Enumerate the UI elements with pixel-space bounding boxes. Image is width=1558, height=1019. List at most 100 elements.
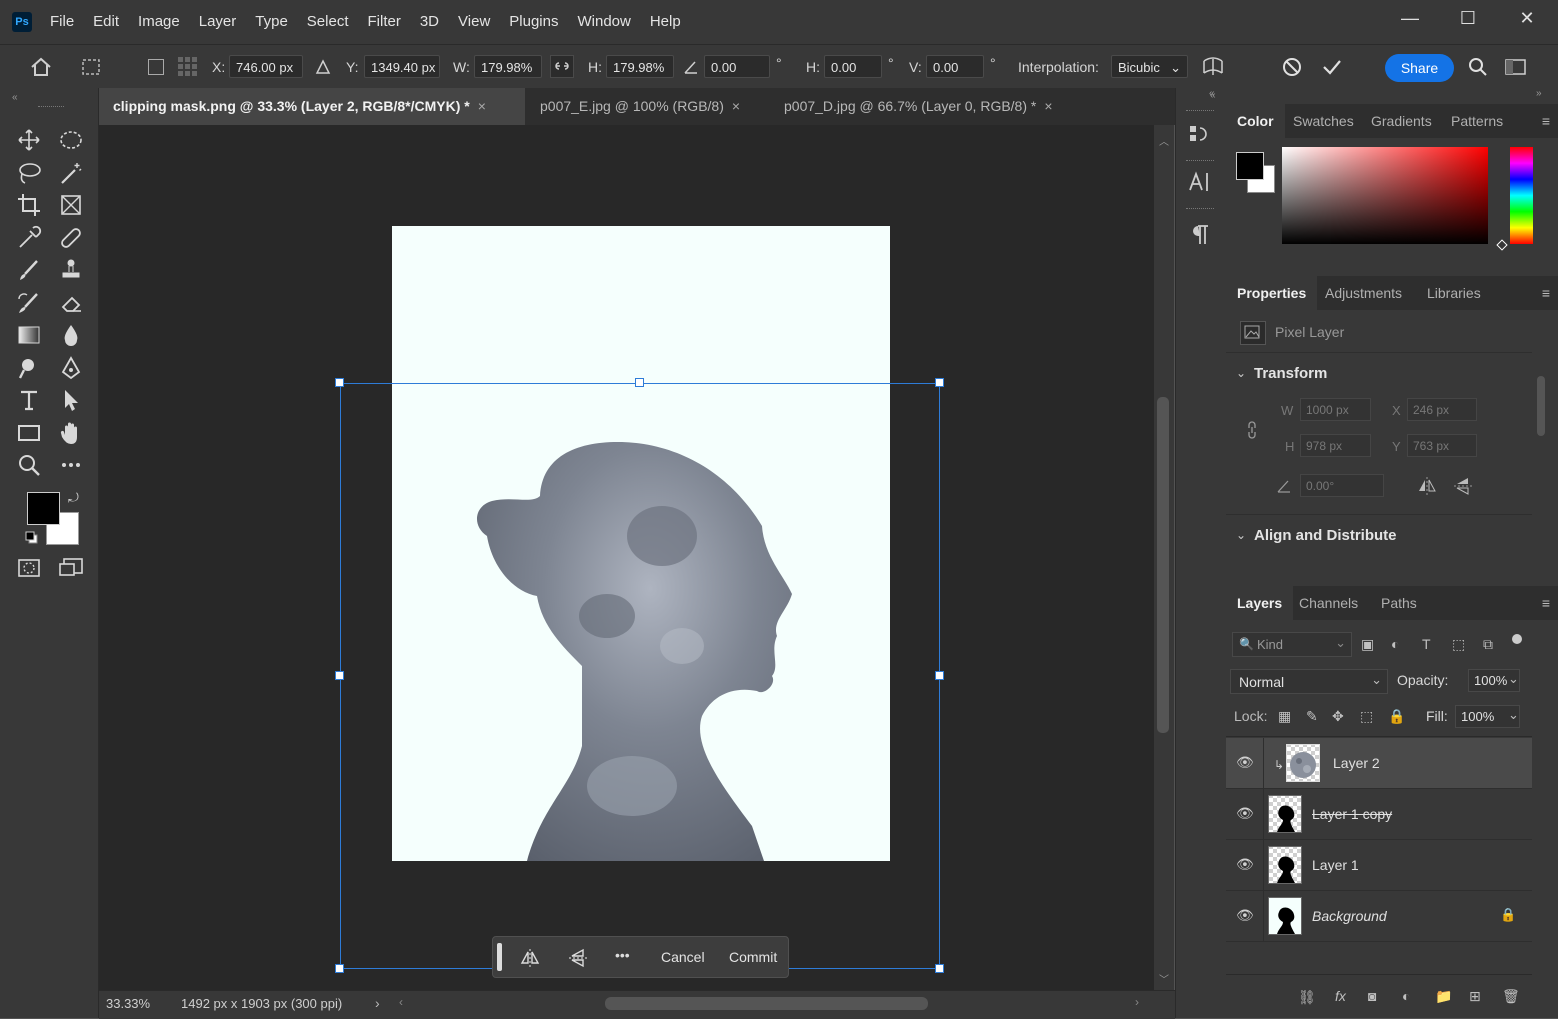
- tab-patterns[interactable]: Patterns: [1440, 104, 1514, 138]
- lock-artboard-icon[interactable]: ⬚: [1360, 708, 1373, 725]
- properties-scrollbar[interactable]: [1536, 356, 1546, 546]
- share-button[interactable]: Share: [1385, 54, 1454, 82]
- visibility-eye-icon[interactable]: 👁: [1236, 805, 1254, 822]
- lock-icon[interactable]: 🔒: [1500, 907, 1516, 923]
- close-tab-icon[interactable]: ×: [478, 98, 486, 114]
- y-field[interactable]: 1349.40 px: [364, 55, 440, 78]
- more-options-icon[interactable]: •••: [615, 947, 630, 963]
- commit-button[interactable]: Commit: [729, 949, 777, 965]
- zoom-level[interactable]: 33.33%: [106, 996, 150, 1011]
- workspace-icon[interactable]: [1504, 57, 1528, 77]
- cancel-button[interactable]: Cancel: [661, 949, 705, 965]
- panel-menu-icon[interactable]: ≡: [1542, 285, 1550, 301]
- vertical-scrollbar[interactable]: ︿ ﹀: [1154, 125, 1174, 990]
- color-field[interactable]: [1282, 147, 1488, 244]
- visibility-eye-icon[interactable]: 👁: [1236, 856, 1254, 873]
- tab-gradients[interactable]: Gradients: [1360, 104, 1443, 138]
- filter-adjustment-icon[interactable]: ◐: [1391, 636, 1399, 652]
- zoom-tool-icon[interactable]: [15, 451, 43, 479]
- filter-pixel-icon[interactable]: ▣: [1361, 636, 1374, 653]
- layer-thumbnail[interactable]: [1268, 795, 1302, 833]
- tab-libraries[interactable]: Libraries: [1416, 276, 1492, 310]
- menu-select[interactable]: Select: [307, 13, 349, 30]
- swap-colors-icon[interactable]: ⤾: [68, 490, 79, 506]
- transform-handle-bottom-left[interactable]: [335, 964, 344, 973]
- hand-tool-icon[interactable]: [57, 419, 85, 447]
- clone-stamp-icon[interactable]: [57, 256, 85, 284]
- tab-layers[interactable]: Layers: [1226, 586, 1294, 620]
- reference-point-icon[interactable]: [176, 55, 200, 79]
- elliptical-marquee-icon[interactable]: [57, 126, 85, 154]
- align-section-title[interactable]: Align and Distribute: [1254, 527, 1397, 544]
- filter-type-icon[interactable]: T: [1422, 636, 1431, 652]
- visibility-eye-icon[interactable]: 👁: [1236, 754, 1254, 771]
- transform-handle-top[interactable]: [635, 378, 644, 387]
- menu-window[interactable]: Window: [577, 13, 630, 30]
- frame-tool-icon[interactable]: [57, 191, 85, 219]
- menu-layer[interactable]: Layer: [199, 13, 237, 30]
- menu-view[interactable]: View: [458, 13, 490, 30]
- x-field[interactable]: 746.00 px: [229, 55, 303, 78]
- menu-filter[interactable]: Filter: [368, 13, 401, 30]
- home-icon[interactable]: [28, 55, 54, 79]
- lasso-tool-icon[interactable]: [15, 159, 43, 187]
- link-layers-icon[interactable]: ⛓: [1298, 989, 1316, 1006]
- more-tools-icon[interactable]: [57, 451, 85, 479]
- hue-slider[interactable]: [1510, 147, 1533, 244]
- path-selection-icon[interactable]: [57, 386, 85, 414]
- default-colors-icon[interactable]: [25, 531, 39, 545]
- toolbar-grip[interactable]: [38, 106, 64, 110]
- magic-wand-icon[interactable]: [57, 159, 85, 187]
- close-tab-icon[interactable]: ×: [732, 98, 740, 114]
- new-adjustment-icon[interactable]: ◐: [1402, 988, 1410, 1004]
- link-dimensions-icon[interactable]: [1244, 420, 1260, 440]
- transform-handle-bottom-right[interactable]: [935, 964, 944, 973]
- brush-tool-icon[interactable]: [15, 256, 43, 284]
- history-panel-icon[interactable]: [1186, 120, 1214, 148]
- eyedropper-icon[interactable]: [15, 224, 43, 252]
- layer-thumbnail[interactable]: [1268, 846, 1302, 884]
- screen-mode-icon[interactable]: [57, 554, 85, 582]
- scroll-right-icon[interactable]: ›: [1135, 995, 1139, 1009]
- layer-filter-kind[interactable]: 🔍 Kind ⌄: [1232, 632, 1352, 657]
- visibility-eye-icon[interactable]: 👁: [1236, 907, 1254, 924]
- tab-swatches[interactable]: Swatches: [1282, 104, 1365, 138]
- add-mask-icon[interactable]: ◙: [1368, 988, 1376, 1004]
- quick-mask-icon[interactable]: [15, 554, 43, 582]
- tab-adjustments[interactable]: Adjustments: [1314, 276, 1413, 310]
- menu-file[interactable]: File: [50, 13, 74, 30]
- lock-position-icon[interactable]: ✥: [1332, 708, 1344, 725]
- layer-name[interactable]: Background: [1312, 908, 1387, 924]
- blend-mode-select[interactable]: Normal ⌄: [1230, 669, 1388, 694]
- menu-edit[interactable]: Edit: [93, 13, 119, 30]
- filter-shape-icon[interactable]: ⬚: [1452, 636, 1465, 653]
- properties-scroll-thumb[interactable]: [1537, 376, 1545, 436]
- commit-transform-icon[interactable]: [1320, 55, 1344, 79]
- panel-menu-icon[interactable]: ≡: [1542, 595, 1550, 611]
- layer-name[interactable]: Layer 1: [1312, 857, 1359, 873]
- taskbar-grip[interactable]: [497, 943, 502, 971]
- props-w-field[interactable]: 1000 px: [1300, 398, 1371, 421]
- vertical-scroll-thumb[interactable]: [1157, 397, 1169, 733]
- tab-p007-d[interactable]: p007_D.jpg @ 66.7% (Layer 0, RGB/8) * ×: [770, 88, 1080, 125]
- w-field[interactable]: 179.98%: [474, 55, 542, 78]
- tab-properties[interactable]: Properties: [1226, 276, 1318, 310]
- transform-handle-top-left[interactable]: [335, 378, 344, 387]
- transform-handle-right[interactable]: [935, 671, 944, 680]
- layer-row-layer-1[interactable]: 👁 Layer 1: [1226, 840, 1532, 891]
- foreground-color-swatch[interactable]: [27, 492, 60, 525]
- layer-thumbnail[interactable]: [1268, 897, 1302, 935]
- type-tool-icon[interactable]: [15, 386, 43, 414]
- chevron-down-icon[interactable]: ⌄: [1236, 528, 1246, 542]
- delete-layer-icon[interactable]: 🗑: [1502, 988, 1520, 1005]
- tab-clipping-mask[interactable]: clipping mask.png @ 33.3% (Layer 2, RGB/…: [99, 88, 525, 125]
- rectangle-tool-icon[interactable]: [15, 419, 43, 447]
- v-skew-field[interactable]: 0.00: [926, 55, 984, 78]
- transform-section-title[interactable]: Transform: [1254, 365, 1327, 382]
- menu-3d[interactable]: 3D: [420, 13, 439, 30]
- chevron-down-icon[interactable]: ⌄: [1508, 707, 1519, 723]
- transform-handle-left[interactable]: [335, 671, 344, 680]
- flip-vertical-icon[interactable]: [1452, 475, 1474, 497]
- maximize-button[interactable]: ☐: [1448, 8, 1488, 30]
- crop-tool-icon[interactable]: [15, 191, 43, 219]
